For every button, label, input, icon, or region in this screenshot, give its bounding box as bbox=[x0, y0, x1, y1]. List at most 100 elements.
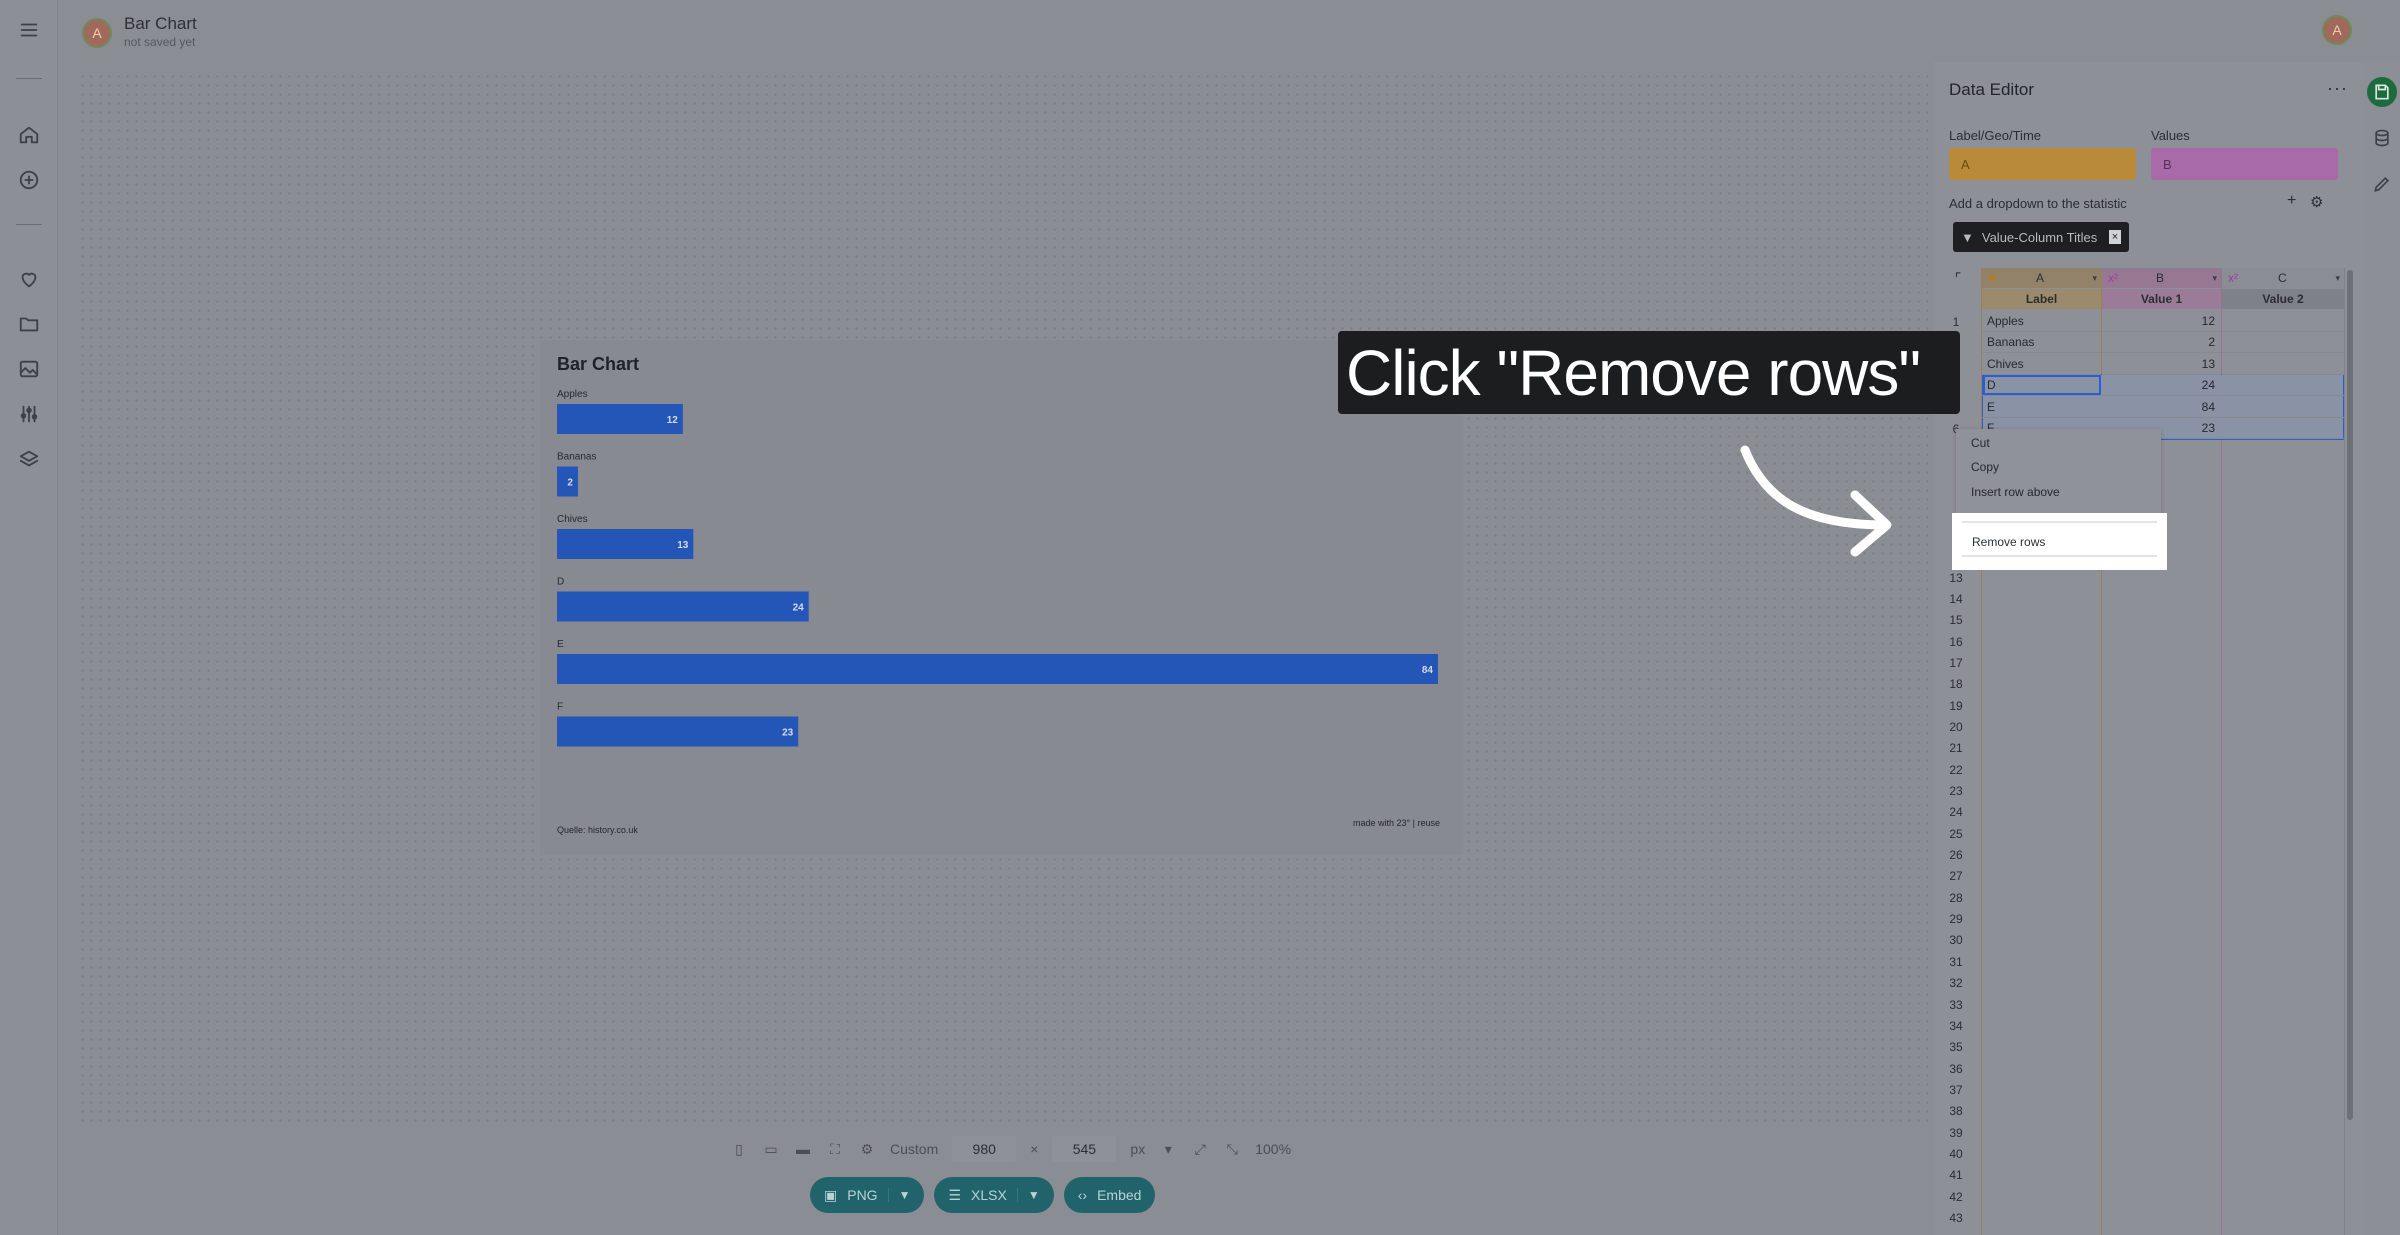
column-header-a[interactable]: A A ▾ bbox=[1982, 268, 2101, 288]
heart-icon[interactable] bbox=[16, 266, 42, 292]
row-number[interactable]: 24 bbox=[1941, 802, 1971, 823]
menu-item-cut[interactable]: Cut bbox=[1971, 436, 1990, 450]
size-preset[interactable]: Custom bbox=[890, 1141, 938, 1157]
chevron-down-icon[interactable]: ▼ bbox=[1016, 1188, 1040, 1202]
mobile-icon[interactable]: ▯ bbox=[730, 1140, 748, 1158]
tablet-icon[interactable]: ▭ bbox=[762, 1140, 780, 1158]
more-options-icon[interactable]: ··· bbox=[2327, 78, 2348, 99]
height-input[interactable]: 545 bbox=[1052, 1136, 1117, 1162]
header-cell-label[interactable]: Label bbox=[1982, 289, 2101, 309]
row-number[interactable]: 36 bbox=[1941, 1058, 1971, 1079]
embed-button[interactable]: ‹› Embed bbox=[1063, 1177, 1156, 1213]
row-number[interactable]: 41 bbox=[1941, 1165, 1971, 1186]
row-number[interactable]: 18 bbox=[1941, 674, 1971, 695]
layers-icon[interactable] bbox=[16, 446, 42, 472]
row-number[interactable]: 26 bbox=[1941, 845, 1971, 866]
row-number[interactable]: 38 bbox=[1941, 1101, 1971, 1122]
filter-chip[interactable]: ▼ Value-Column Titles × bbox=[1953, 222, 2129, 252]
row-number[interactable]: 32 bbox=[1941, 973, 1971, 994]
row-number[interactable]: 39 bbox=[1941, 1122, 1971, 1143]
row-number[interactable]: 29 bbox=[1941, 909, 1971, 930]
database-icon[interactable] bbox=[2367, 123, 2397, 153]
grid-corner[interactable]: ⌜ bbox=[1946, 268, 1970, 288]
width-input[interactable]: 980 bbox=[952, 1136, 1017, 1162]
label-cell[interactable]: E bbox=[1982, 397, 2101, 418]
menu-item-insert-row-above[interactable]: Insert row above bbox=[1971, 485, 2060, 499]
save-icon[interactable] bbox=[2367, 77, 2397, 107]
folder-icon[interactable] bbox=[16, 311, 42, 337]
row-number[interactable]: 1 bbox=[1941, 311, 1971, 332]
add-dropdown-icon[interactable]: + bbox=[2287, 192, 2296, 210]
avatar[interactable]: A bbox=[82, 18, 112, 48]
menu-item-remove-rows[interactable]: Remove rows bbox=[1972, 535, 2045, 549]
label-cell[interactable]: Apples bbox=[1982, 311, 2101, 332]
empty-cell[interactable] bbox=[2222, 354, 2344, 375]
row-number[interactable]: 22 bbox=[1941, 759, 1971, 780]
value-cell[interactable]: 13 bbox=[2102, 354, 2221, 375]
row-number[interactable]: 19 bbox=[1941, 695, 1971, 716]
value-cell[interactable]: 24 bbox=[2102, 375, 2221, 397]
export-xlsx-button[interactable]: ☰ XLSX ▼ bbox=[934, 1177, 1054, 1213]
row-number[interactable]: 28 bbox=[1941, 887, 1971, 908]
empty-cell[interactable] bbox=[2222, 332, 2344, 354]
label-cell[interactable]: D bbox=[1982, 375, 2101, 397]
row-number[interactable]: 14 bbox=[1941, 588, 1971, 609]
menu-icon[interactable] bbox=[16, 17, 42, 43]
image-icon[interactable] bbox=[16, 356, 42, 382]
value-cell[interactable]: 12 bbox=[2102, 311, 2221, 332]
chevron-down-icon[interactable]: ▼ bbox=[887, 1188, 910, 1202]
row-number[interactable]: 13 bbox=[1941, 567, 1971, 588]
column-header-c[interactable]: x² C ▾ bbox=[2222, 268, 2344, 288]
empty-cell[interactable] bbox=[2222, 311, 2344, 332]
link-icon[interactable]: ⤢ bbox=[1191, 1140, 1209, 1158]
unit-select[interactable]: px bbox=[1130, 1141, 1145, 1157]
sliders-icon[interactable] bbox=[16, 401, 42, 427]
empty-cell[interactable] bbox=[2222, 397, 2344, 418]
pencil-icon[interactable] bbox=[2367, 169, 2397, 199]
row-number[interactable]: 21 bbox=[1941, 738, 1971, 759]
laptop-icon[interactable]: ▬ bbox=[794, 1140, 812, 1158]
row-number[interactable]: 27 bbox=[1941, 866, 1971, 887]
row-number[interactable]: 17 bbox=[1941, 652, 1971, 673]
chart-credit[interactable]: made with 23° | reuse bbox=[1353, 818, 1440, 828]
row-number[interactable]: 33 bbox=[1941, 994, 1971, 1015]
label-column-select[interactable]: A bbox=[1949, 148, 2136, 180]
document-title[interactable]: Bar Chart bbox=[124, 14, 197, 34]
row-number[interactable]: 20 bbox=[1941, 716, 1971, 737]
bar[interactable] bbox=[557, 716, 799, 747]
values-column-select[interactable]: B bbox=[2151, 148, 2338, 180]
row-number[interactable]: 34 bbox=[1941, 1015, 1971, 1036]
row-number[interactable]: 16 bbox=[1941, 631, 1971, 652]
bar[interactable] bbox=[557, 654, 1438, 684]
row-number[interactable]: 25 bbox=[1941, 823, 1971, 844]
row-number[interactable]: 37 bbox=[1941, 1079, 1971, 1100]
gear-icon[interactable]: ⚙ bbox=[2310, 193, 2323, 211]
close-icon[interactable]: × bbox=[2109, 230, 2121, 244]
chevron-down-icon[interactable]: ▾ bbox=[2335, 273, 2340, 284]
label-cell[interactable]: Bananas bbox=[1982, 332, 2101, 354]
user-avatar[interactable]: A bbox=[2322, 15, 2352, 45]
bar[interactable] bbox=[557, 529, 694, 559]
chevron-down-icon[interactable]: ▾ bbox=[2092, 273, 2097, 284]
chevron-down-icon[interactable]: ▾ bbox=[2212, 273, 2217, 284]
chart-card[interactable]: Apples 12 Bananas 2 Chives 13 D 24 E 84 F 23 Bar Ch… bbox=[540, 340, 1462, 855]
menu-item-copy[interactable]: Copy bbox=[1971, 460, 1999, 474]
label-cell[interactable]: Chives bbox=[1982, 354, 2101, 375]
row-number[interactable]: 42 bbox=[1941, 1186, 1971, 1207]
row-number[interactable]: 43 bbox=[1941, 1208, 1971, 1229]
row-number[interactable]: 31 bbox=[1941, 951, 1971, 972]
export-png-button[interactable]: ▣ PNG ▼ bbox=[810, 1177, 925, 1213]
add-circle-icon[interactable] bbox=[16, 167, 42, 193]
fullscreen-icon[interactable]: ⛶ bbox=[826, 1140, 844, 1158]
row-number[interactable]: 23 bbox=[1941, 781, 1971, 802]
bar[interactable] bbox=[557, 591, 809, 622]
row-number[interactable]: 40 bbox=[1941, 1143, 1971, 1164]
gear-icon[interactable]: ⚙ bbox=[858, 1140, 876, 1158]
grid-scrollbar[interactable] bbox=[2347, 270, 2353, 1120]
row-number[interactable]: 35 bbox=[1941, 1037, 1971, 1058]
value-cell[interactable]: 2 bbox=[2102, 332, 2221, 354]
bar[interactable] bbox=[557, 404, 683, 434]
zoom-icon[interactable]: ⤡ bbox=[1223, 1140, 1241, 1158]
row-number[interactable]: 15 bbox=[1941, 610, 1971, 631]
empty-cell[interactable] bbox=[2222, 375, 2344, 397]
